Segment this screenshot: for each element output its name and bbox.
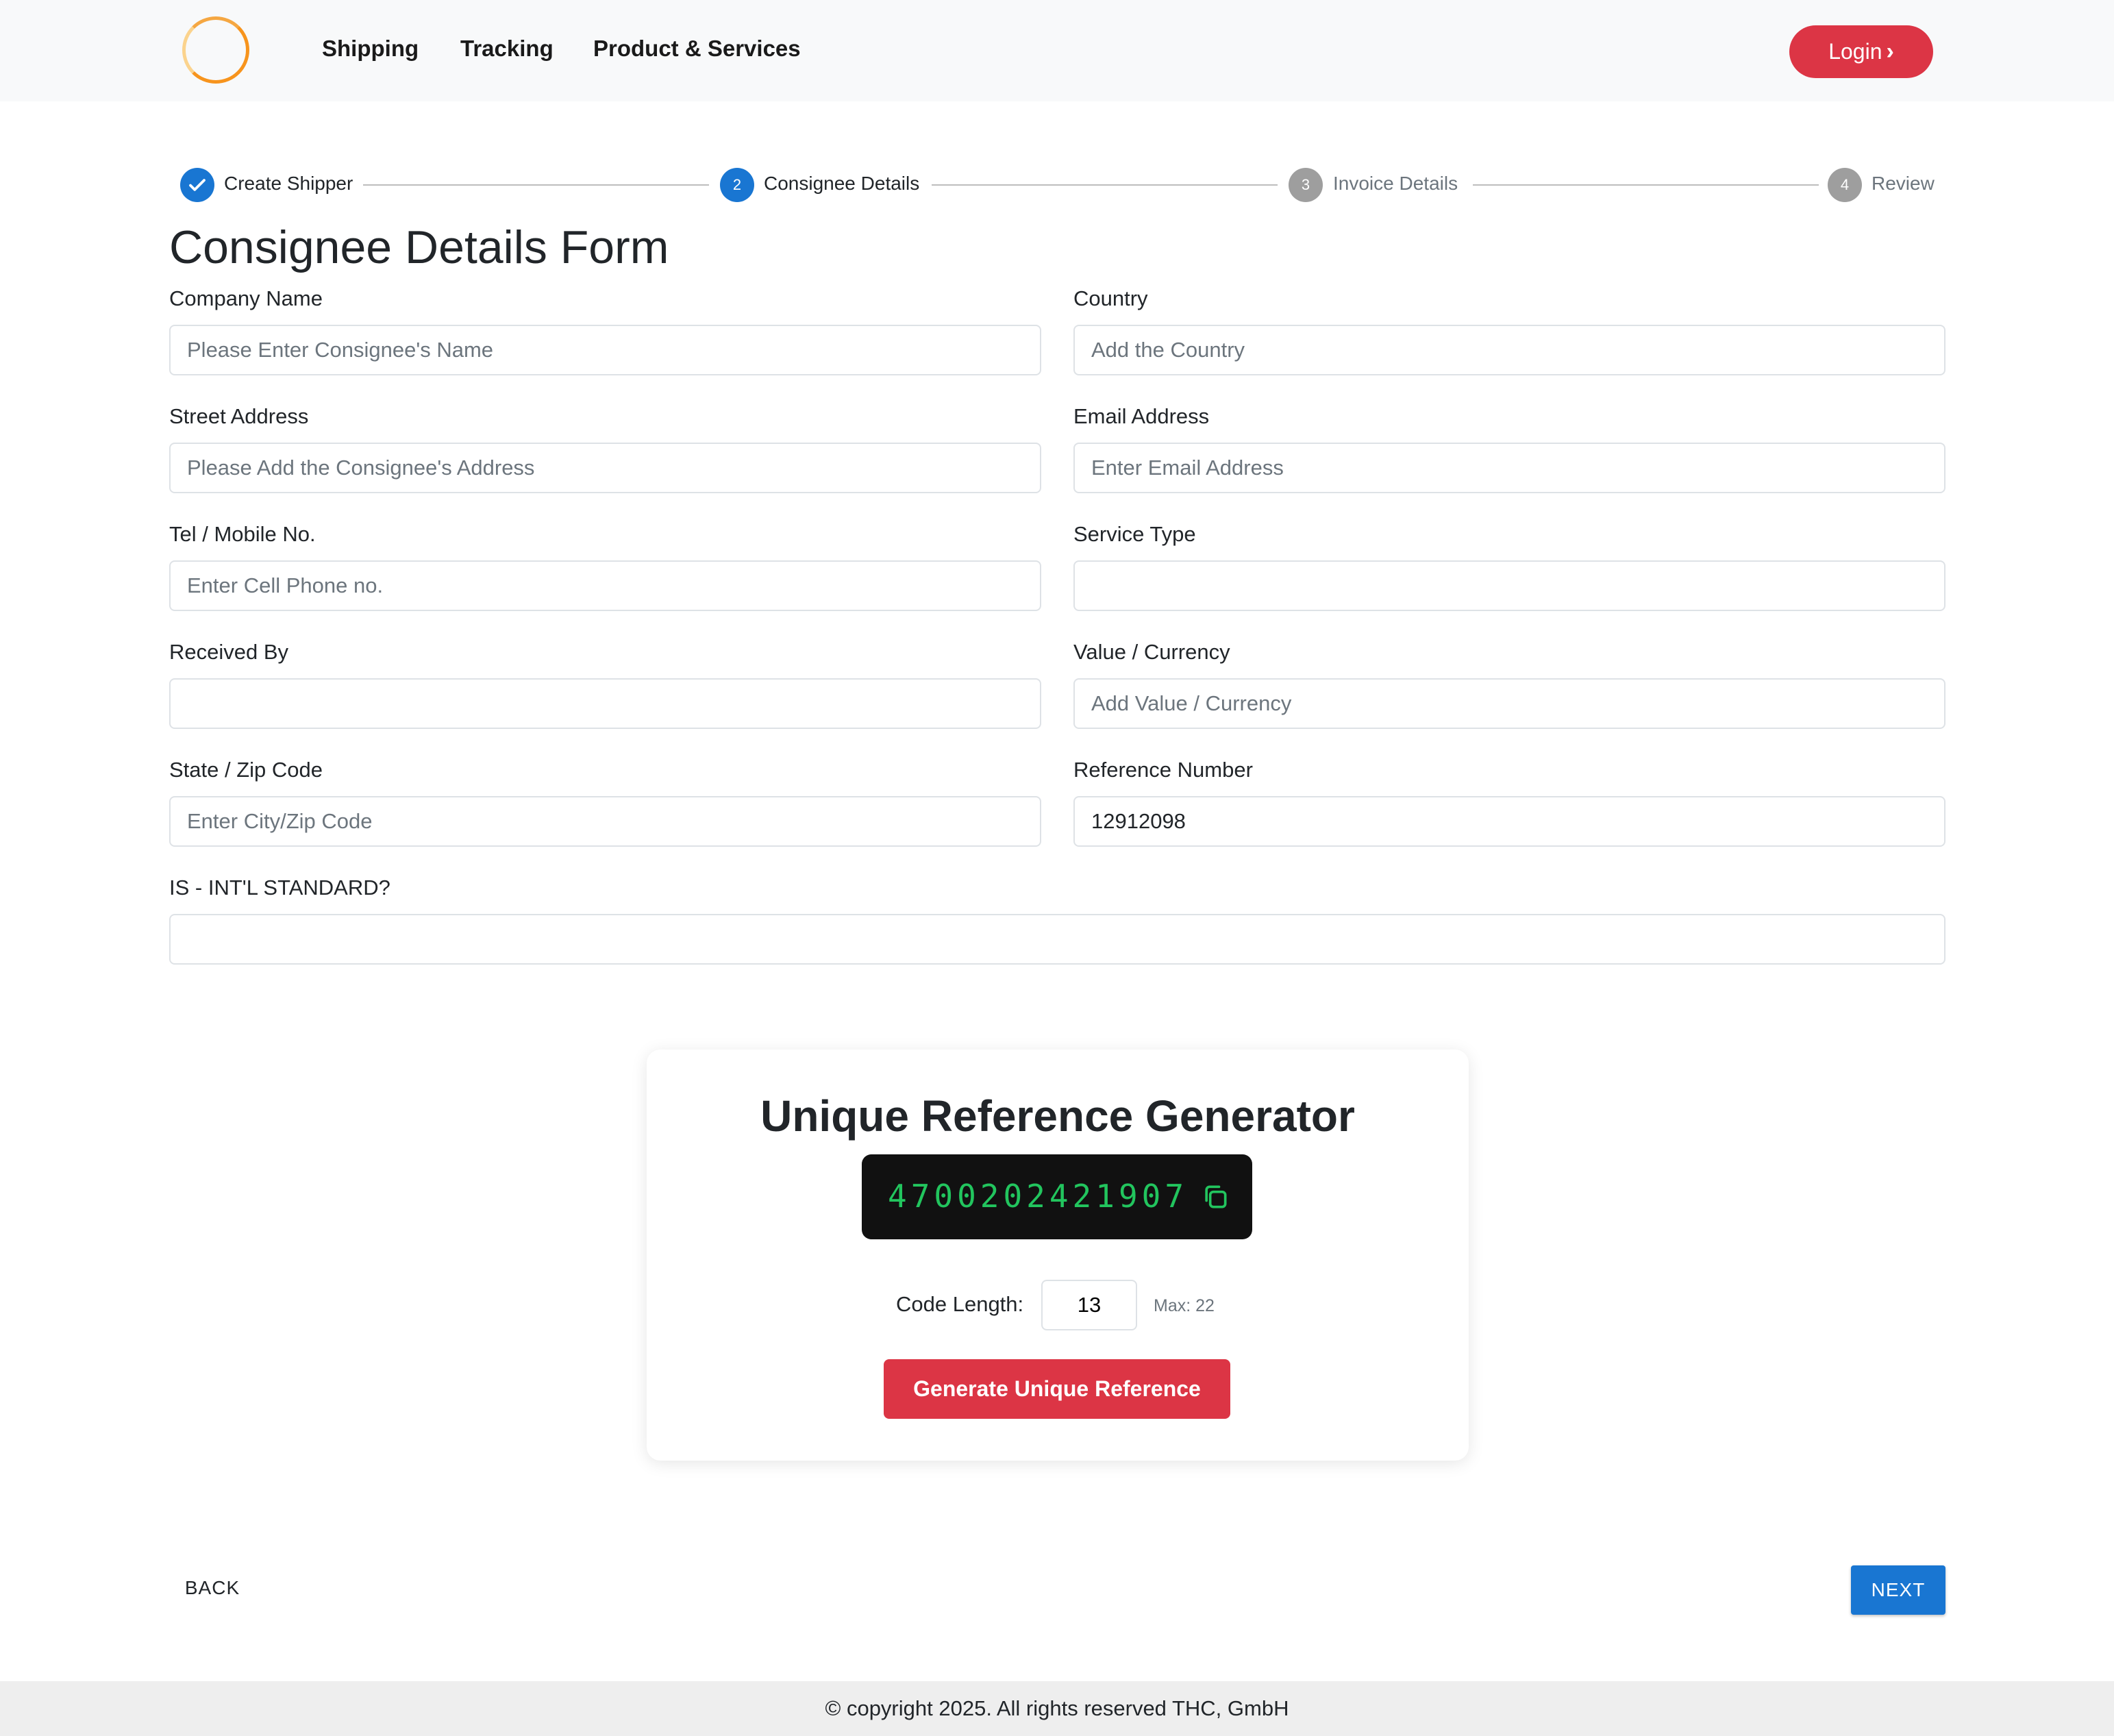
step-label-review: Review <box>1871 173 1935 194</box>
step-number-badge: 2 <box>720 168 754 202</box>
login-button-label: Login <box>1828 39 1882 64</box>
intl-standard-label: IS - INT'L STANDARD? <box>169 876 390 900</box>
street-address-label: Street Address <box>169 404 309 428</box>
step-connector <box>363 184 709 186</box>
value-currency-input[interactable] <box>1073 678 1945 729</box>
street-address-input[interactable] <box>169 443 1041 493</box>
email-address-label: Email Address <box>1073 404 1210 428</box>
code-length-max: Max: 22 <box>1154 1296 1215 1315</box>
value-currency-label: Value / Currency <box>1073 640 1230 664</box>
brand-logo-icon[interactable] <box>182 16 249 84</box>
top-navbar: Shipping Tracking Product & Services Log… <box>0 0 2114 101</box>
nav-link-products-services[interactable]: Product & Services <box>593 36 801 62</box>
generator-title: Unique Reference Generator <box>760 1091 1355 1141</box>
service-type-input[interactable] <box>1073 560 1945 611</box>
code-length-label: Code Length: <box>896 1292 1024 1316</box>
company-name-label: Company Name <box>169 286 323 310</box>
step-label-consignee-details: Consignee Details <box>764 173 920 194</box>
copy-icon[interactable] <box>1200 1182 1230 1212</box>
tel-mobile-input[interactable] <box>169 560 1041 611</box>
country-label: Country <box>1073 286 1148 310</box>
generated-code: 4700202421907 <box>888 1178 1189 1215</box>
chevron-right-icon: › <box>1886 38 1894 64</box>
code-length-input[interactable] <box>1041 1280 1137 1330</box>
reference-number-label: Reference Number <box>1073 758 1253 782</box>
step-label-create-shipper: Create Shipper <box>224 173 353 194</box>
step-connector <box>932 184 1278 186</box>
reference-generator-card: Unique Reference Generator 4700202421907… <box>647 1050 1469 1461</box>
email-address-input[interactable] <box>1073 443 1945 493</box>
nav-link-shipping[interactable]: Shipping <box>322 36 419 62</box>
step-number-badge: 3 <box>1289 168 1323 202</box>
state-zip-input[interactable] <box>169 796 1041 847</box>
step-connector <box>1473 184 1819 186</box>
footer-copyright: © copyright 2025. All rights reserved TH… <box>825 1696 1289 1720</box>
footer: © copyright 2025. All rights reserved TH… <box>0 1681 2114 1736</box>
state-zip-label: State / Zip Code <box>169 758 323 782</box>
login-button[interactable]: Login › <box>1789 25 1933 78</box>
next-button[interactable]: NEXT <box>1851 1565 1945 1615</box>
step-number-badge: 4 <box>1828 168 1862 202</box>
country-input[interactable] <box>1073 325 1945 375</box>
reference-number-input[interactable] <box>1073 796 1945 847</box>
company-name-input[interactable] <box>169 325 1041 375</box>
generate-reference-button[interactable]: Generate Unique Reference <box>884 1359 1230 1419</box>
service-type-label: Service Type <box>1073 522 1196 546</box>
step-completed-check-icon <box>180 168 214 202</box>
tel-mobile-label: Tel / Mobile No. <box>169 522 316 546</box>
page-title: Consignee Details Form <box>169 221 669 273</box>
intl-standard-input[interactable] <box>169 914 1945 965</box>
step-label-invoice-details: Invoice Details <box>1333 173 1458 194</box>
generated-code-display: 4700202421907 <box>862 1154 1252 1239</box>
back-button[interactable]: BACK <box>171 1566 253 1610</box>
received-by-label: Received By <box>169 640 289 664</box>
nav-link-tracking[interactable]: Tracking <box>460 36 554 62</box>
received-by-input[interactable] <box>169 678 1041 729</box>
